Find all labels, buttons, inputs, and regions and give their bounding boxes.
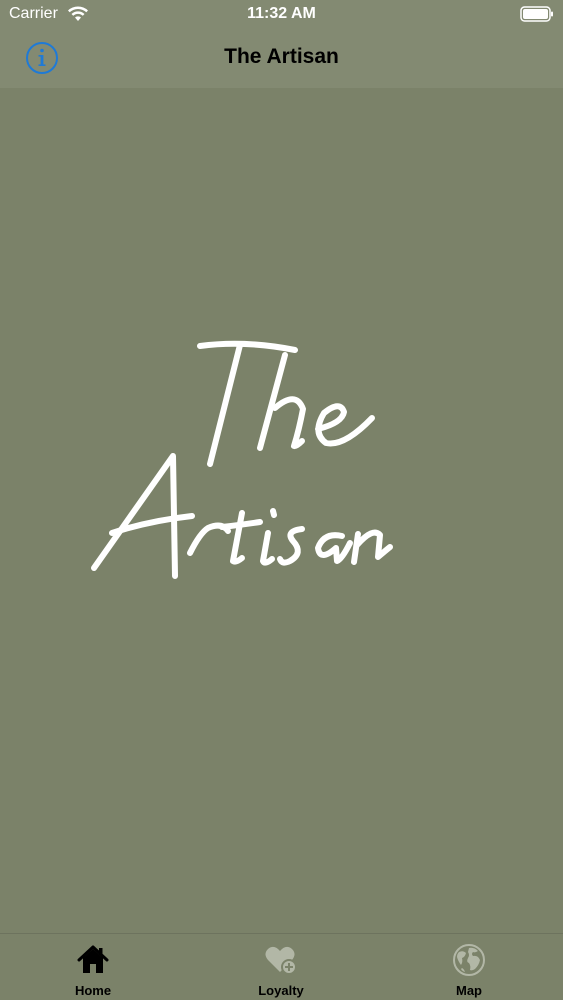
globe-icon (453, 944, 485, 976)
battery-icon (520, 6, 553, 22)
status-time: 11:32 AM (247, 5, 316, 22)
main-content (0, 88, 563, 933)
page-title: The Artisan (224, 45, 339, 68)
heart-plus-icon (265, 946, 297, 975)
artisan-logo (91, 340, 393, 579)
navigation-bar: The Artisan (0, 30, 563, 88)
tab-map-label: Map (456, 983, 482, 998)
status-bar: Carrier 11:32 AM (0, 0, 563, 30)
tab-home-label: Home (74, 983, 112, 998)
tab-loyalty-label: Loyalty (258, 983, 304, 998)
tab-map[interactable]: Map (409, 934, 529, 1000)
tab-bar: Home Loyalty Map (0, 933, 563, 1000)
tab-loyalty[interactable]: Loyalty (221, 934, 341, 1000)
house-icon (77, 945, 109, 973)
tab-home[interactable]: Home (33, 934, 153, 1000)
